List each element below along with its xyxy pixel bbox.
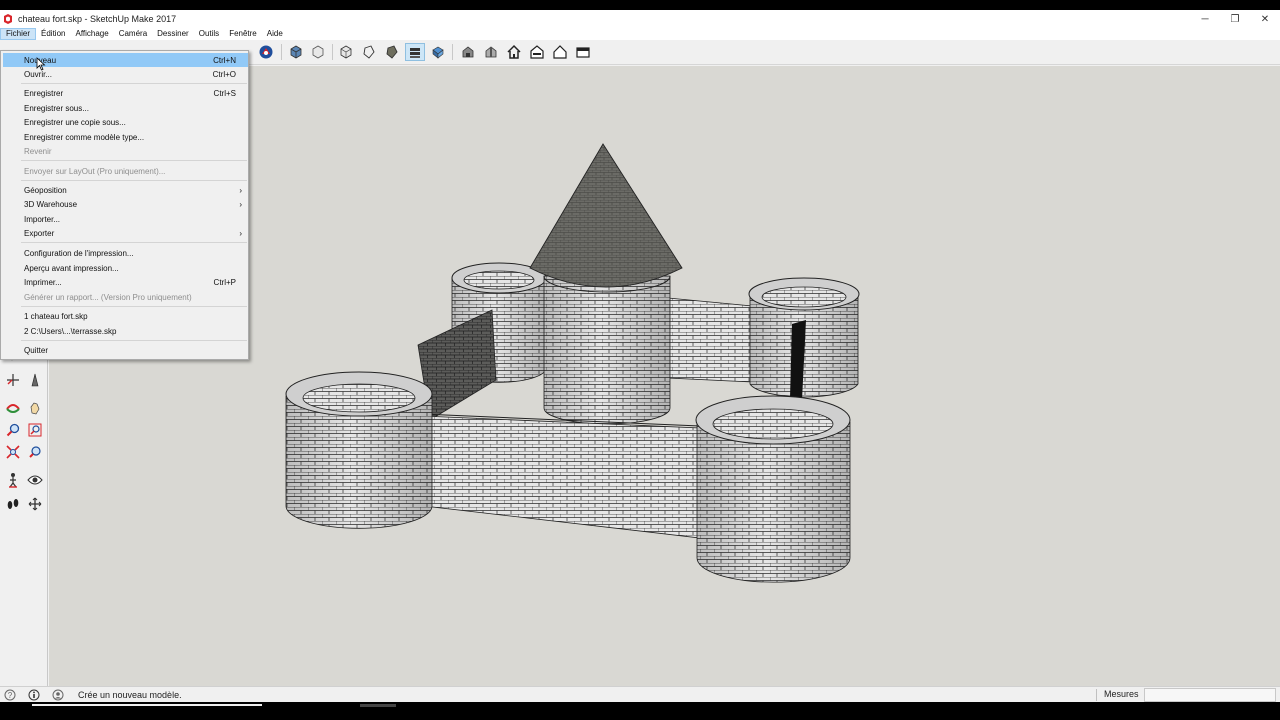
app-window: chateau fort.skp - SketchUp Make 2017 ─ … <box>0 10 1280 710</box>
central-keep <box>529 143 683 425</box>
shaded-textures-icon[interactable] <box>428 43 448 61</box>
menu-item-importer[interactable]: Importer... <box>3 212 248 226</box>
house-icon[interactable] <box>504 43 524 61</box>
close-button[interactable]: ✕ <box>1250 10 1280 28</box>
tower-front-left <box>285 371 433 529</box>
submenu-arrow-icon: › <box>239 228 242 238</box>
status-bar: ? Crée un nouveau modèle. Mesures <box>0 686 1280 702</box>
menu-item-enregistrer-copie[interactable]: Enregistrer une copie sous... <box>3 115 248 129</box>
menu-fenetre[interactable]: Fenêtre <box>224 28 262 40</box>
tower-front-right <box>695 395 851 583</box>
walk-icon[interactable] <box>3 494 23 514</box>
right-view-icon[interactable] <box>527 43 547 61</box>
back-view-icon[interactable] <box>550 43 570 61</box>
title-bar: chateau fort.skp - SketchUp Make 2017 ─ … <box>0 10 1280 28</box>
svg-text:?: ? <box>8 691 13 700</box>
zoom-icon[interactable] <box>3 420 23 440</box>
iso-view-icon[interactable] <box>286 43 306 61</box>
status-divider <box>1096 689 1097 701</box>
zoom-extents-icon[interactable] <box>3 442 23 462</box>
top-view-icon[interactable] <box>308 43 328 61</box>
menu-item-rapport: Générer un rapport... (Version Pro uniqu… <box>24 292 192 302</box>
menu-item-recent-2[interactable]: 2 C:\Users\...\terrasse.skp <box>3 324 248 338</box>
status-message: Crée un nouveau modèle. <box>78 689 182 700</box>
menu-item-apercu[interactable]: Aperçu avant impression... <box>3 261 248 275</box>
menu-affichage[interactable]: Affichage <box>70 28 113 40</box>
menu-fichier[interactable]: Fichier <box>0 28 37 40</box>
warehouse-icon[interactable] <box>256 43 276 61</box>
menu-item-geoposition[interactable]: Géoposition › <box>3 183 248 197</box>
menu-item-3d-warehouse[interactable]: 3D Warehouse › <box>3 197 248 211</box>
submenu-arrow-icon: › <box>239 185 242 195</box>
move-icon[interactable] <box>3 370 23 390</box>
menu-aide[interactable]: Aide <box>262 28 288 40</box>
menu-edition[interactable]: Édition <box>36 28 70 40</box>
taskbar-strip-dark <box>360 704 396 707</box>
position-camera-icon[interactable] <box>3 470 23 490</box>
menu-item-enregistrer-sous[interactable]: Enregistrer sous... <box>3 101 248 115</box>
menu-item-enregistrer[interactable]: Enregistrer Ctrl+S <box>3 86 248 100</box>
menu-item-imprimer[interactable]: Imprimer... Ctrl+P <box>3 275 248 289</box>
orbit-icon[interactable] <box>3 398 23 418</box>
menu-dessiner[interactable]: Dessiner <box>152 28 194 40</box>
menu-item-revenir: Revenir <box>24 146 52 156</box>
menu-item-config-impression[interactable]: Configuration de l'impression... <box>3 246 248 260</box>
tower-back-right <box>748 277 860 400</box>
wall-front <box>421 413 701 539</box>
monochrome-icon[interactable] <box>458 43 478 61</box>
file-menu-dropdown: Nouveau Ctrl+N Ouvrir... Ctrl+O Enregist… <box>0 50 249 360</box>
info-icon[interactable] <box>28 689 40 701</box>
menu-bar: Fichier Édition Affichage Caméra Dessine… <box>0 28 1280 40</box>
menu-item-envoyer-layout: Envoyer sur LayOut (Pro uniquement)... <box>24 166 166 176</box>
front-view-icon[interactable] <box>481 43 501 61</box>
hidden-line-icon[interactable] <box>382 43 402 61</box>
menu-item-recent-1[interactable]: 1 chateau fort.skp <box>3 309 248 323</box>
submenu-arrow-icon: › <box>239 199 242 209</box>
look-around-icon[interactable] <box>25 470 45 490</box>
menu-item-enregistrer-modele[interactable]: Enregistrer comme modèle type... <box>3 130 248 144</box>
window-controls: ─ ❐ ✕ <box>1190 10 1280 28</box>
menu-outils[interactable]: Outils <box>194 28 224 40</box>
pan-icon[interactable] <box>25 398 45 418</box>
measures-label: Mesures <box>1104 689 1139 699</box>
restore-button[interactable]: ❐ <box>1220 10 1250 28</box>
previous-view-icon[interactable] <box>25 442 45 462</box>
shaded-icon[interactable] <box>405 43 425 61</box>
measures-input[interactable] <box>1144 688 1276 702</box>
minimize-button[interactable]: ─ <box>1190 10 1220 28</box>
zoom-window-icon[interactable] <box>25 420 45 440</box>
mouse-cursor-icon <box>36 57 46 71</box>
wireframe-icon[interactable] <box>359 43 379 61</box>
help-icon[interactable]: ? <box>4 689 16 701</box>
menu-camera[interactable]: Caméra <box>114 28 152 40</box>
bottom-view-icon[interactable] <box>573 43 593 61</box>
sketchup-logo-icon <box>4 14 12 24</box>
menu-item-exporter[interactable]: Exporter › <box>3 226 248 240</box>
section-plane-icon[interactable] <box>25 494 45 514</box>
taskbar-strip <box>32 704 262 706</box>
window-title: chateau fort.skp - SketchUp Make 2017 <box>18 14 177 24</box>
xray-icon[interactable] <box>336 43 356 61</box>
text-label-icon[interactable] <box>25 370 45 390</box>
letterbox-top <box>0 0 1280 10</box>
user-account-icon[interactable] <box>52 689 64 701</box>
menu-item-quitter[interactable]: Quitter <box>3 343 248 357</box>
wall-back-right <box>667 297 753 383</box>
